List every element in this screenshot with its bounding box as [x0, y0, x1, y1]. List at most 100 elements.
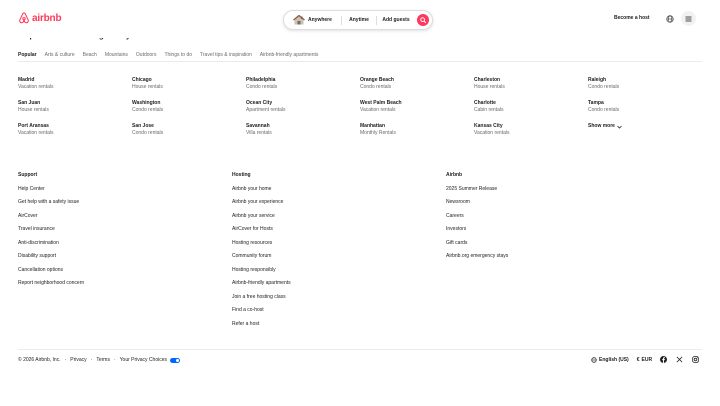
destination-link[interactable]: West Palm Beach Vacation rentals	[360, 100, 474, 114]
footer-link[interactable]: Refer a host	[232, 321, 432, 335]
destination-link[interactable]: Manhattan Monthly Rentals	[360, 123, 474, 137]
footer-link[interactable]: Investors	[446, 226, 646, 240]
footer-support-title: Support	[18, 172, 38, 178]
airbnb-logo[interactable]: airbnb	[18, 12, 62, 24]
footer-link[interactable]: Find a co-host	[232, 307, 432, 321]
destination-link[interactable]: Ocean City Apartment rentals	[246, 100, 360, 114]
destination-type: Condo rentals	[246, 84, 278, 90]
show-more-button[interactable]: Show more	[588, 123, 702, 137]
destination-type: Vacation rentals	[360, 107, 396, 113]
footer-link[interactable]: Disability support	[18, 253, 218, 267]
search-bar[interactable]: Anywhere Anytime Add guests	[283, 10, 433, 30]
destination-link[interactable]: Kansas City Vacation rentals	[474, 123, 588, 137]
search-guests-label: Add guests	[382, 17, 410, 23]
footer-link[interactable]: Hosting resources	[232, 240, 432, 254]
menu-icon	[685, 16, 692, 21]
destination-link[interactable]: Orange Beach Condo rentals	[360, 77, 474, 91]
destination-link[interactable]: Charleston House rentals	[474, 77, 588, 91]
search-when[interactable]: Anytime	[342, 11, 376, 29]
destination-type: House rentals	[474, 84, 505, 90]
footer-support-column: Support Help Center Get help with a safe…	[18, 172, 218, 294]
instagram-link[interactable]	[692, 356, 699, 363]
footer-link[interactable]: Gift cards	[446, 240, 646, 254]
footer-link[interactable]: Airbnb.org emergency stays	[446, 253, 646, 267]
footer-link[interactable]: Newsroom	[446, 199, 646, 213]
destination-type: Vacation rentals	[18, 130, 54, 136]
house-icon	[293, 15, 305, 25]
facebook-icon	[660, 356, 668, 363]
tabs-divider	[18, 61, 702, 62]
footer-link[interactable]: 2025 Summer Release	[446, 186, 646, 200]
footer-link[interactable]: Cancellation options	[18, 267, 218, 281]
destination-city: Raleigh	[588, 77, 607, 83]
footer-link[interactable]: AirCover for Hosts	[232, 226, 432, 240]
destination-type: House rentals	[18, 107, 49, 113]
destination-link[interactable]: Charlotte Cabin rentals	[474, 100, 588, 114]
instagram-icon	[692, 356, 699, 363]
destination-link[interactable]: Madrid Vacation rentals	[18, 77, 132, 91]
footer-link[interactable]: Airbnb your experience	[232, 199, 432, 213]
destination-link[interactable]: Chicago House rentals	[132, 77, 246, 91]
footer-settings: English (US) € EUR	[591, 356, 708, 363]
destination-type: Vacation rentals	[474, 130, 510, 136]
separator-dot: ·	[113, 357, 116, 363]
destination-link[interactable]: Savannah Villa rentals	[246, 123, 360, 137]
main-menu-button[interactable]	[681, 11, 696, 26]
footer-link[interactable]: Airbnb-friendly apartments	[232, 280, 432, 294]
x-link[interactable]	[676, 356, 683, 363]
footer-link[interactable]: Community forum	[232, 253, 432, 267]
footer-link[interactable]: Report neighborhood concern	[18, 280, 218, 294]
destination-city: Philadelphia	[246, 77, 276, 83]
footer-link[interactable]: Careers	[446, 213, 646, 227]
privacy-link[interactable]: Privacy	[70, 357, 86, 363]
destination-city: San Jose	[132, 123, 154, 129]
language-selector[interactable]: English (US)	[591, 357, 629, 363]
footer-link[interactable]: Join a free hosting class	[232, 294, 432, 308]
footer-link[interactable]: Travel insurance	[18, 226, 218, 240]
destination-grid: Madrid Vacation rentals Chicago House rent…	[18, 77, 702, 137]
footer-link[interactable]: Hosting responsibly	[232, 267, 432, 281]
destination-link[interactable]: Philadelphia Condo rentals	[246, 77, 360, 91]
destination-link[interactable]: Washington Condo rentals	[132, 100, 246, 114]
show-more-label: Show more	[588, 123, 615, 129]
facebook-link[interactable]	[660, 356, 668, 363]
footer-link[interactable]: Help Center	[18, 186, 218, 200]
search-where[interactable]: Anywhere	[284, 11, 341, 29]
destination-link[interactable]: San Jose Condo rentals	[132, 123, 246, 137]
terms-link[interactable]: Terms	[96, 357, 110, 363]
footer-legal: © 2026 Airbnb, Inc. · Privacy · Terms · …	[18, 357, 180, 363]
x-icon	[676, 356, 683, 363]
destination-link[interactable]: San Juan House rentals	[18, 100, 132, 114]
search-guests[interactable]: Add guests	[377, 11, 415, 29]
footer-airbnb-column: Airbnb 2025 Summer Release Newsroom Care…	[446, 172, 646, 267]
destination-type: Vacation rentals	[18, 84, 54, 90]
destination-link[interactable]: Tampa Condo rentals	[588, 100, 702, 114]
privacy-choices-icon[interactable]	[170, 357, 180, 363]
footer-link[interactable]: Airbnb your home	[232, 186, 432, 200]
top-header: airbnb Anywhere Anytime Add guests Becom…	[0, 0, 720, 38]
destination-city: Savannah	[246, 123, 270, 129]
show-more: Show more	[588, 123, 702, 130]
language-button[interactable]	[664, 13, 675, 24]
footer-link[interactable]: Get help with a safety issue	[18, 199, 218, 213]
destination-city: Tampa	[588, 100, 604, 106]
privacy-choices-link[interactable]: Your Privacy Choices	[120, 357, 167, 363]
destination-city: Kansas City	[474, 123, 503, 129]
brand-name: airbnb	[32, 12, 62, 24]
currency-selector[interactable]: € EUR	[637, 357, 652, 363]
destination-link[interactable]: Raleigh Condo rentals	[588, 77, 702, 91]
destination-city: Charlotte	[474, 100, 496, 106]
footer-airbnb-title: Airbnb	[446, 172, 463, 178]
footer-hosting-column: Hosting Airbnb your home Airbnb your exp…	[232, 172, 432, 334]
footer-hosting-title: Hosting	[232, 172, 251, 178]
footer-link[interactable]: Airbnb your service	[232, 213, 432, 227]
destination-city: Orange Beach	[360, 77, 394, 83]
footer-link[interactable]: Anti-discrimination	[18, 240, 218, 254]
destination-link[interactable]: Port Aransas Vacation rentals	[18, 123, 132, 137]
destination-type: Monthly Rentals	[360, 130, 396, 136]
search-button[interactable]	[417, 14, 429, 26]
become-host-link[interactable]: Become a host	[614, 15, 650, 21]
globe-icon	[591, 356, 597, 363]
airbnb-logo-icon	[19, 12, 29, 24]
footer-link[interactable]: AirCover	[18, 213, 218, 227]
